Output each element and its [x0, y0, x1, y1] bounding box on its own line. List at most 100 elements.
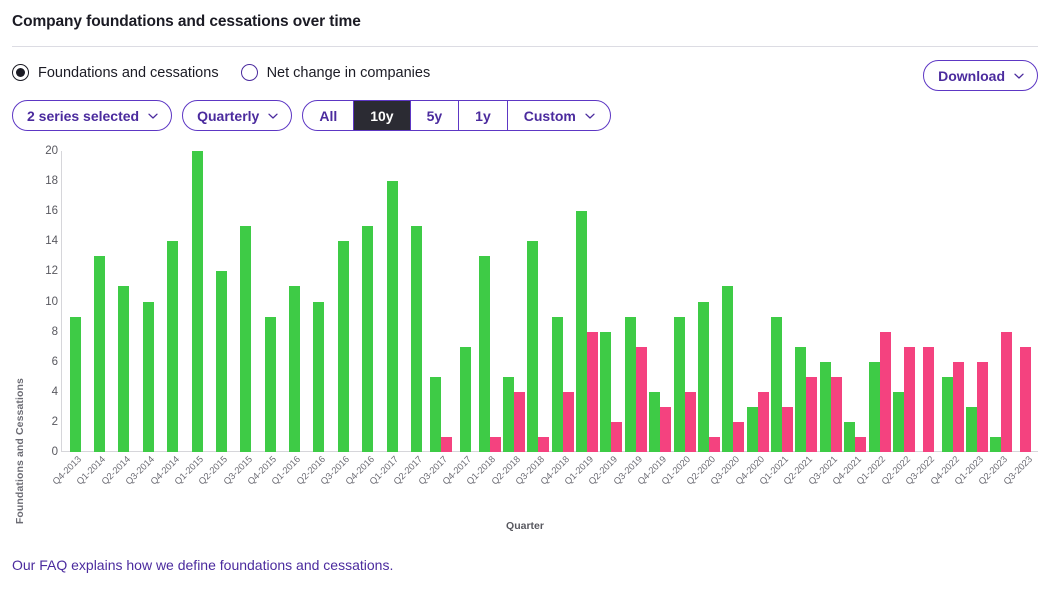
bar-group[interactable]: [94, 151, 106, 452]
bar-foundations[interactable]: [624, 316, 636, 452]
range-segment-1y[interactable]: 1y: [459, 101, 508, 130]
bar-group[interactable]: [142, 151, 154, 452]
bar-group[interactable]: [649, 151, 672, 452]
bar-group[interactable]: [313, 151, 325, 452]
bar-cessations[interactable]: [855, 436, 867, 452]
series-selector-dropdown[interactable]: 2 series selected: [12, 100, 173, 131]
bar-group[interactable]: [990, 151, 1013, 452]
bar-foundations[interactable]: [362, 226, 374, 452]
bar-group[interactable]: [410, 151, 422, 452]
bar-foundations[interactable]: [410, 226, 422, 452]
bar-foundations[interactable]: [429, 376, 441, 452]
bar-group[interactable]: [966, 151, 989, 452]
view-mode-option-1[interactable]: Net change in companies: [240, 64, 430, 81]
bar-foundations[interactable]: [600, 331, 612, 452]
radio-selected-icon[interactable]: [12, 64, 29, 81]
bar-foundations[interactable]: [990, 436, 1002, 452]
bar-foundations[interactable]: [795, 346, 807, 452]
range-segment-custom[interactable]: Custom: [508, 101, 610, 130]
bar-cessations[interactable]: [922, 346, 934, 452]
bar-foundations[interactable]: [191, 151, 203, 452]
bar-foundations[interactable]: [941, 376, 953, 452]
radio-unselected-icon[interactable]: [240, 64, 258, 81]
bar-cessations[interactable]: [611, 421, 623, 452]
bar-group[interactable]: [502, 151, 525, 452]
bar-group[interactable]: [118, 151, 130, 452]
bar-group[interactable]: [337, 151, 349, 452]
bar-foundations[interactable]: [868, 361, 880, 452]
bar-group[interactable]: [459, 151, 471, 452]
bar-cessations[interactable]: [903, 346, 915, 452]
view-mode-option-0[interactable]: Foundations and cessations: [12, 64, 219, 81]
bar-group[interactable]: [746, 151, 769, 452]
bar-cessations[interactable]: [513, 391, 525, 452]
bar-cessations[interactable]: [830, 376, 842, 452]
bar-foundations[interactable]: [337, 241, 349, 452]
bar-foundations[interactable]: [576, 211, 588, 452]
bar-cessations[interactable]: [757, 391, 769, 452]
bar-group[interactable]: [386, 151, 398, 452]
bar-foundations[interactable]: [673, 316, 685, 452]
range-segment-5y[interactable]: 5y: [411, 101, 460, 130]
bar-cessations[interactable]: [1020, 346, 1032, 452]
range-segment-10y[interactable]: 10y: [354, 101, 411, 130]
bar-cessations[interactable]: [782, 406, 794, 452]
bar-foundations[interactable]: [94, 256, 106, 452]
bar-cessations[interactable]: [1001, 331, 1013, 452]
bar-foundations[interactable]: [142, 301, 154, 452]
bar-cessations[interactable]: [733, 421, 745, 452]
bar-foundations[interactable]: [459, 346, 471, 452]
bar-cessations[interactable]: [977, 361, 989, 452]
bar-group[interactable]: [600, 151, 623, 452]
bar-group[interactable]: [697, 151, 720, 452]
bar-foundations[interactable]: [892, 391, 904, 452]
bar-group[interactable]: [1020, 151, 1032, 452]
bar-foundations[interactable]: [819, 361, 831, 452]
bar-foundations[interactable]: [771, 316, 783, 452]
bar-cessations[interactable]: [806, 376, 818, 452]
bar-foundations[interactable]: [289, 286, 301, 452]
bar-group[interactable]: [215, 151, 227, 452]
download-button[interactable]: Download: [923, 60, 1038, 91]
bar-foundations[interactable]: [478, 256, 490, 452]
bar-foundations[interactable]: [313, 301, 325, 452]
bar-cessations[interactable]: [952, 361, 964, 452]
bar-foundations[interactable]: [167, 241, 179, 452]
bar-foundations[interactable]: [69, 316, 81, 452]
bar-group[interactable]: [722, 151, 745, 452]
bar-group[interactable]: [868, 151, 891, 452]
bar-cessations[interactable]: [635, 346, 647, 452]
bar-group[interactable]: [551, 151, 574, 452]
bar-cessations[interactable]: [879, 331, 891, 452]
bar-foundations[interactable]: [118, 286, 130, 452]
bar-group[interactable]: [478, 151, 501, 452]
bar-group[interactable]: [922, 151, 934, 452]
bar-group[interactable]: [844, 151, 867, 452]
bar-group[interactable]: [362, 151, 374, 452]
bar-group[interactable]: [429, 151, 452, 452]
bar-foundations[interactable]: [844, 421, 856, 452]
bar-foundations[interactable]: [966, 406, 978, 452]
bar-group[interactable]: [673, 151, 696, 452]
bar-group[interactable]: [892, 151, 915, 452]
bar-group[interactable]: [624, 151, 647, 452]
faq-link[interactable]: Our FAQ explains how we define foundatio…: [12, 557, 393, 573]
bar-group[interactable]: [771, 151, 794, 452]
bar-foundations[interactable]: [215, 271, 227, 452]
bar-group[interactable]: [240, 151, 252, 452]
frequency-selector-dropdown[interactable]: Quarterly: [182, 100, 293, 131]
bar-group[interactable]: [819, 151, 842, 452]
bar-group[interactable]: [527, 151, 550, 452]
bar-foundations[interactable]: [240, 226, 252, 452]
bar-foundations[interactable]: [502, 376, 514, 452]
bar-group[interactable]: [264, 151, 276, 452]
bar-foundations[interactable]: [697, 301, 709, 452]
bar-foundations[interactable]: [551, 316, 563, 452]
bar-foundations[interactable]: [264, 316, 276, 452]
bar-group[interactable]: [191, 151, 203, 452]
bar-cessations[interactable]: [440, 436, 452, 452]
bar-foundations[interactable]: [746, 406, 758, 452]
range-segment-all[interactable]: All: [303, 101, 355, 130]
bar-group[interactable]: [795, 151, 818, 452]
bar-group[interactable]: [941, 151, 964, 452]
